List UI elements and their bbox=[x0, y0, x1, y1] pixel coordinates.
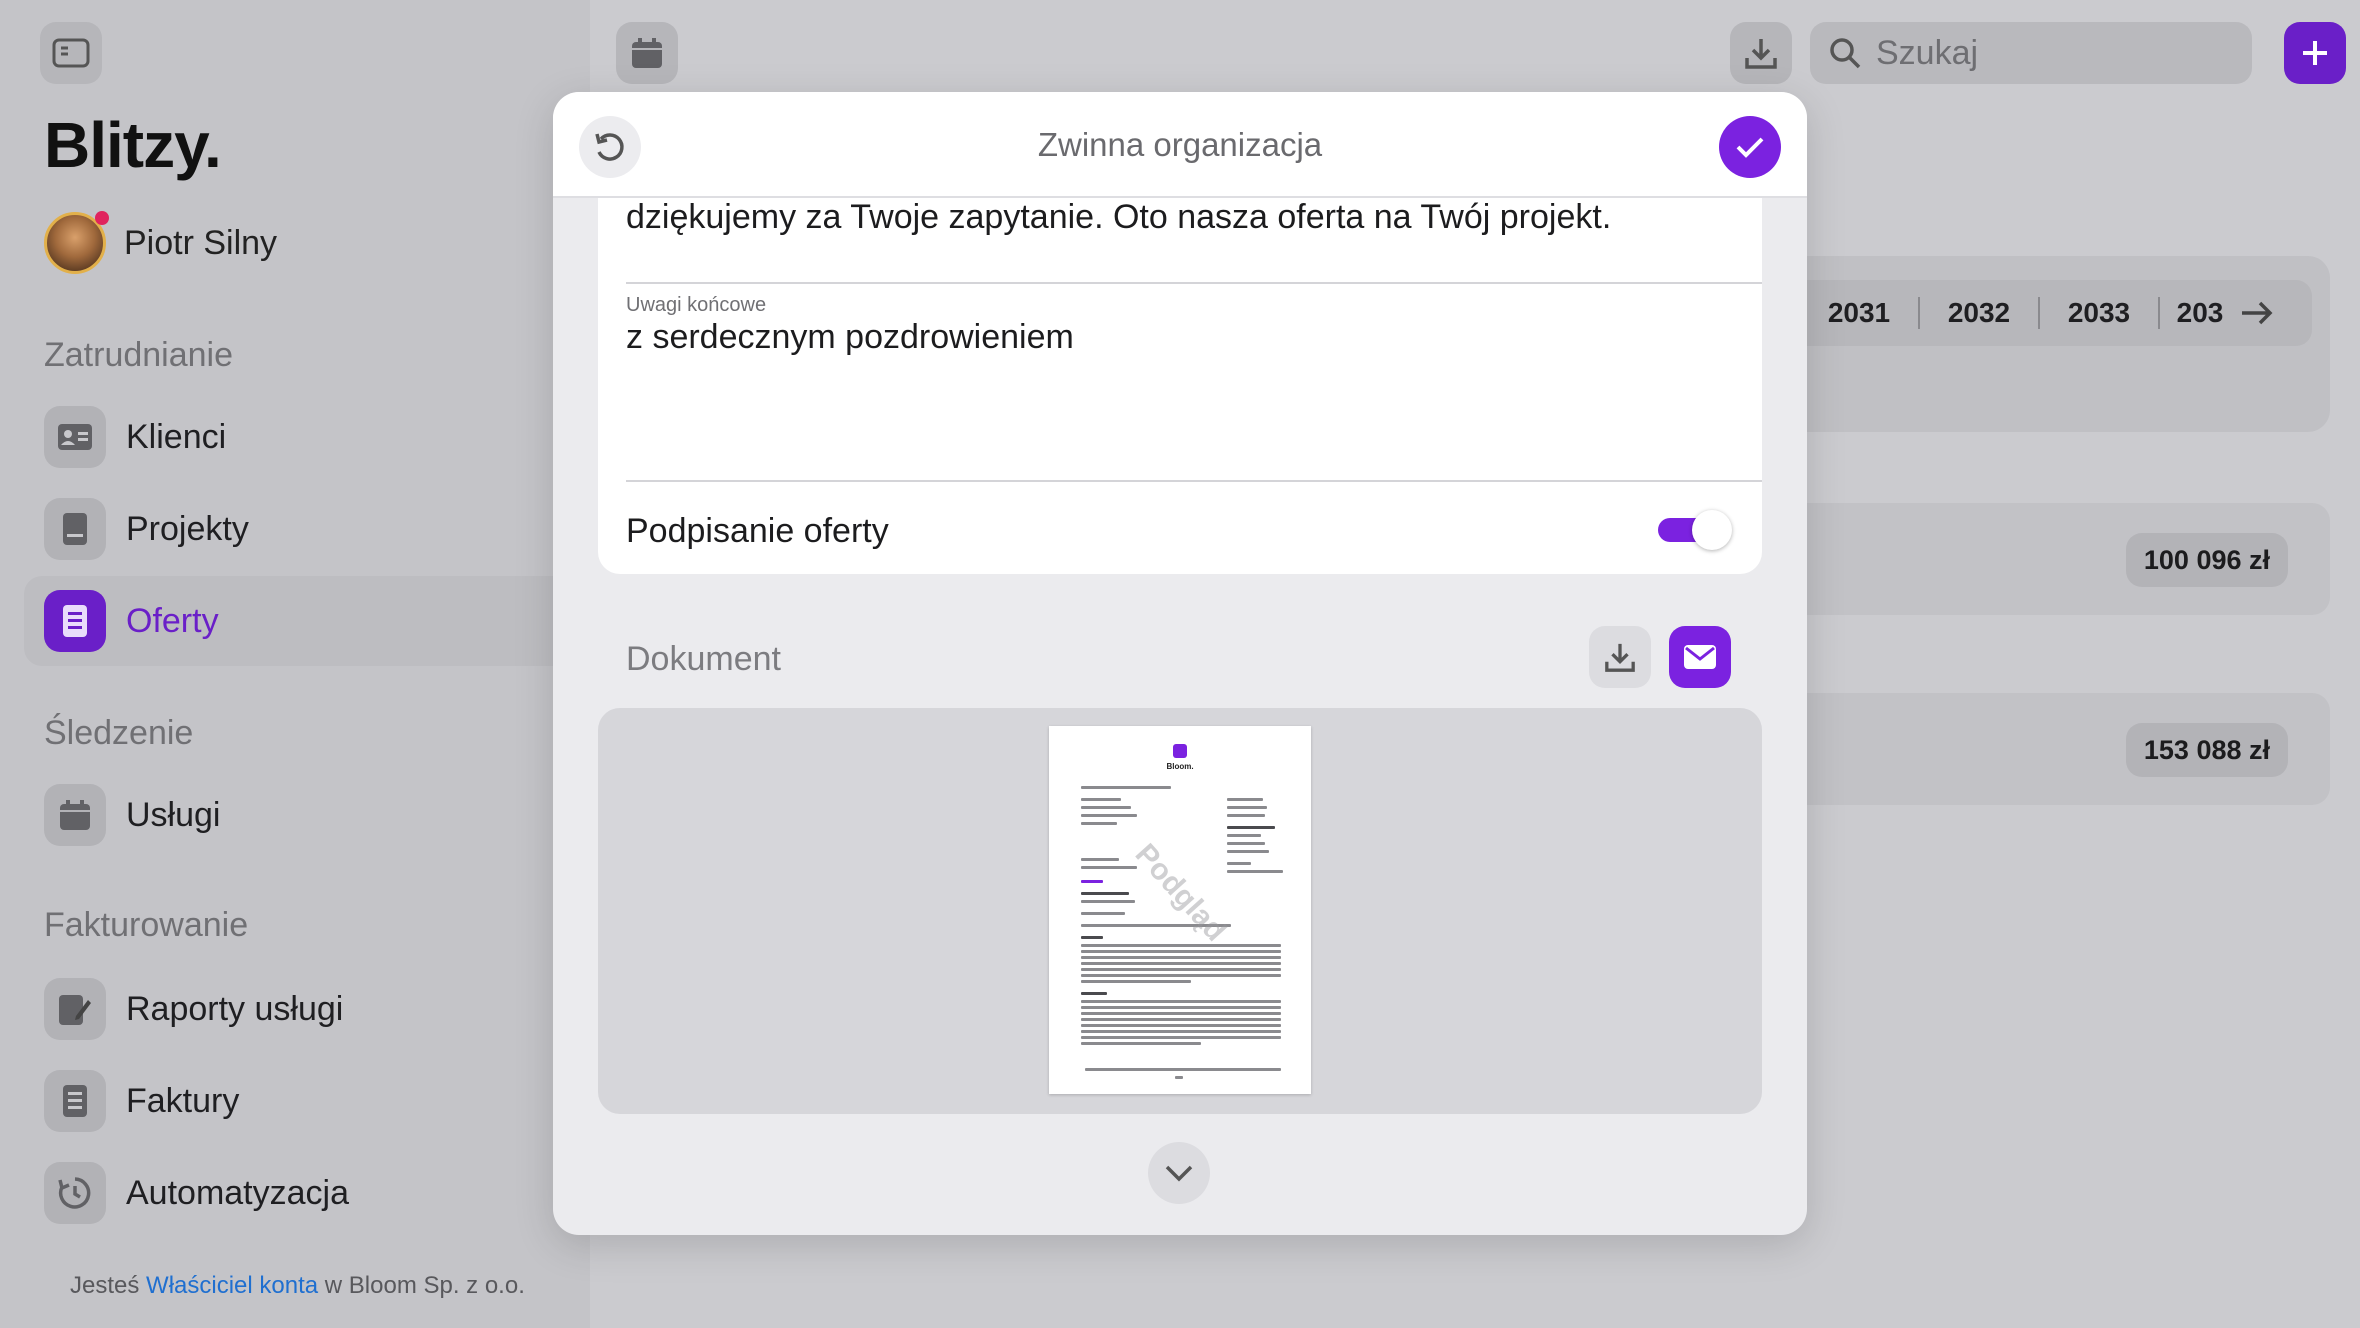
add-button[interactable] bbox=[2284, 22, 2346, 84]
year-tab[interactable]: 2031 bbox=[1800, 297, 1920, 329]
toggle-knob bbox=[1692, 510, 1732, 550]
year-tab[interactable]: 203 bbox=[2160, 297, 2240, 329]
sidebar-item-label: Raporty usługi bbox=[126, 989, 344, 1028]
section-title-billing: Fakturowanie bbox=[44, 906, 249, 944]
download-icon bbox=[1605, 643, 1635, 672]
sidebar-item-uslugi[interactable]: Usługi bbox=[24, 770, 590, 860]
amount-badge: 153 088 zł bbox=[2125, 723, 2288, 777]
document-download-button[interactable] bbox=[1589, 626, 1651, 688]
divider bbox=[626, 480, 1762, 482]
divider bbox=[626, 282, 1762, 284]
document-preview[interactable]: Bloom. Podgląd bbox=[598, 708, 1762, 1114]
sidebar-item-label: Oferty bbox=[126, 601, 219, 640]
sidebar-item-projekty[interactable]: Projekty bbox=[24, 484, 590, 574]
account-owner-link[interactable]: Właściciel konta bbox=[146, 1272, 318, 1299]
document-icon bbox=[44, 498, 106, 560]
app-logo: Blitzy. bbox=[44, 109, 222, 181]
calendar-icon bbox=[632, 38, 662, 68]
arrow-right-icon[interactable] bbox=[2240, 299, 2274, 327]
contact-card-icon bbox=[44, 406, 106, 468]
account-info-prefix: Jesteś bbox=[70, 1272, 140, 1299]
chevron-down-icon bbox=[1165, 1165, 1193, 1182]
search-input[interactable] bbox=[1876, 33, 2236, 73]
year-selector: 2031 2032 2033 203 bbox=[1800, 280, 2312, 346]
offer-row[interactable]: 100 096 zł bbox=[1800, 503, 2330, 615]
search-bar[interactable] bbox=[1810, 22, 2252, 84]
sidebar-item-oferty[interactable]: Oferty bbox=[24, 576, 590, 666]
invoice-icon bbox=[44, 1070, 106, 1132]
expand-button[interactable] bbox=[1148, 1142, 1210, 1204]
section-title-hiring: Zatrudnianie bbox=[44, 336, 234, 374]
download-button[interactable] bbox=[1730, 22, 1792, 84]
document-email-button[interactable] bbox=[1669, 626, 1731, 688]
closing-label: Uwagi końcowe bbox=[626, 294, 767, 316]
closing-field[interactable]: z serdecznym pozdrowieniem bbox=[626, 318, 1074, 357]
user-profile[interactable]: Piotr Silny bbox=[44, 211, 278, 274]
year-tab[interactable]: 2033 bbox=[2040, 297, 2160, 329]
user-name: Piotr Silny bbox=[124, 223, 278, 262]
sidebar-item-faktury[interactable]: Faktury bbox=[24, 1056, 590, 1146]
year-tab[interactable]: 2032 bbox=[1920, 297, 2040, 329]
receipt-icon bbox=[44, 590, 106, 652]
sidebar-toggle-icon bbox=[52, 38, 90, 68]
sidebar-item-automatyzacja[interactable]: Automatyzacja bbox=[24, 1148, 590, 1238]
calendar-button[interactable] bbox=[616, 22, 678, 84]
offer-modal: dziękujemy za Twoje zapytanie. Oto nasza… bbox=[553, 92, 1807, 1235]
offer-form: dziękujemy za Twoje zapytanie. Oto nasza… bbox=[598, 198, 1762, 574]
document-page: Bloom. Podgląd bbox=[1049, 726, 1311, 1094]
mail-icon bbox=[1684, 645, 1716, 669]
sidebar-toggle-button[interactable] bbox=[40, 22, 102, 84]
report-edit-icon bbox=[44, 978, 106, 1040]
sidebar: Blitzy. Piotr Silny Zatrudnianie Klienci… bbox=[0, 0, 590, 1328]
sidebar-item-label: Projekty bbox=[126, 509, 249, 548]
account-info: Jesteś Właściciel konta w Bloom Sp. z o.… bbox=[70, 1272, 525, 1300]
sidebar-item-raporty-uslugi[interactable]: Raporty usługi bbox=[24, 964, 590, 1054]
sidebar-item-label: Faktury bbox=[126, 1081, 240, 1120]
modal-header: Zwinna organizacja bbox=[553, 92, 1807, 198]
brand-name: Bloom. bbox=[1166, 762, 1194, 771]
sidebar-item-label: Klienci bbox=[126, 417, 227, 456]
section-title-tracking: Śledzenie bbox=[44, 714, 194, 752]
brand-logo-icon bbox=[1173, 744, 1187, 758]
sidebar-item-label: Automatyzacja bbox=[126, 1173, 349, 1212]
plus-icon bbox=[2303, 41, 2327, 65]
offer-row[interactable]: 153 088 zł bbox=[1800, 693, 2330, 805]
search-icon bbox=[1830, 38, 1861, 69]
sidebar-item-label: Usługi bbox=[126, 795, 221, 834]
calendar-icon bbox=[44, 784, 106, 846]
preview-watermark: Podgląd bbox=[1128, 837, 1233, 948]
sidebar-item-klienci[interactable]: Klienci bbox=[24, 392, 590, 482]
confirm-button[interactable] bbox=[1719, 116, 1781, 178]
download-icon bbox=[1745, 39, 1777, 69]
modal-title: Zwinna organizacja bbox=[1037, 126, 1323, 163]
history-icon bbox=[44, 1162, 106, 1224]
check-icon bbox=[1736, 137, 1764, 158]
document-label: Dokument bbox=[626, 640, 781, 678]
intro-text[interactable]: dziękujemy za Twoje zapytanie. Oto nasza… bbox=[626, 198, 1611, 237]
avatar bbox=[44, 211, 109, 274]
sign-offer-toggle[interactable] bbox=[1658, 510, 1732, 550]
sign-offer-label: Podpisanie oferty bbox=[626, 512, 889, 550]
notification-dot bbox=[95, 211, 109, 225]
account-info-suffix: w Bloom Sp. z o.o. bbox=[324, 1272, 525, 1299]
amount-badge: 100 096 zł bbox=[2125, 533, 2288, 587]
